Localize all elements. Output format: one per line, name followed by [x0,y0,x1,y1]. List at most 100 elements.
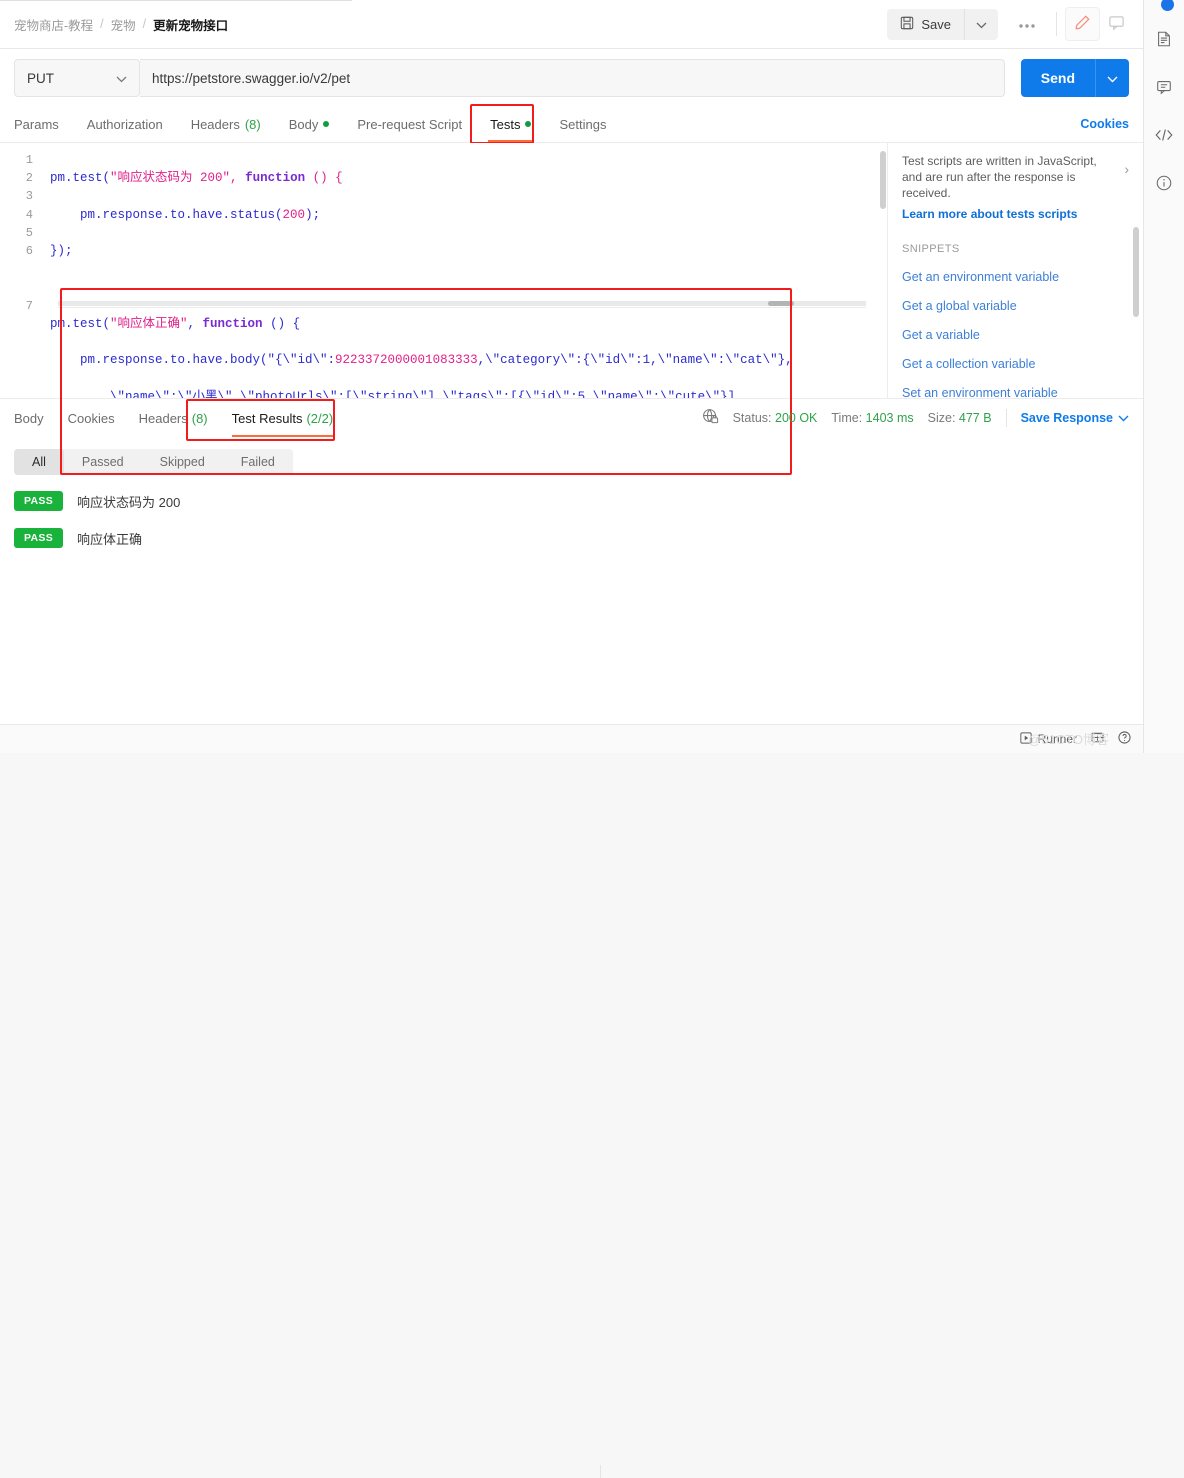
more-options-button[interactable] [1006,10,1048,39]
test-result-row: PASS 响应体正确 [14,528,1129,548]
test-result-text: 响应状态码为 200 [77,494,181,510]
tests-editor-area: 1 2 3 4 5 6 7 pm.test("响应状态码为 200", func… [0,143,1143,475]
snippet-get-variable[interactable]: Get a variable [902,328,1129,342]
tab-settings-label: Settings [559,116,607,132]
help-button[interactable] [1118,731,1131,747]
time-label-group: Time: 1403 ms [831,411,913,425]
size-label-group: Size: 477 B [928,411,992,425]
test-result-row: PASS 响应状态码为 200 [14,491,1129,511]
time-value: 1403 ms [865,411,914,425]
main-area: 宠物商店-教程 / 宠物 / 更新宠物接口 Save PUT https://p… [0,0,1143,1478]
tab-authorization-label: Authorization [86,116,163,132]
status-label-group: Status: 200 OK [733,411,818,425]
snippets-description: Test scripts are written in JavaScript, … [902,154,1097,200]
breadcrumb-item-collection[interactable]: 宠物商店-教程 [14,15,93,34]
code-line: pm.test("响应状态码为 200", function () { [50,171,343,186]
line-number: 7 [25,298,33,313]
modified-dot-icon [525,121,532,127]
question-mark-icon [1118,731,1131,747]
save-button[interactable]: Save [887,8,964,40]
tab-headers-label: Headers [190,116,240,132]
comment-button[interactable] [1100,8,1133,40]
line-number [0,260,42,278]
response-tab-cookies[interactable]: Cookies [56,399,127,437]
editor-horizontal-scrollbar[interactable] [58,301,866,306]
meta-divider [1005,409,1007,427]
edit-button[interactable] [1065,7,1100,41]
code-line: }); [50,244,73,259]
breadcrumb-item-request[interactable]: 更新宠物接口 [153,15,228,34]
snippets-title: SNIPPETS [902,243,960,255]
learn-more-link[interactable]: Learn more about tests scripts [902,207,1129,221]
tab-headers[interactable]: Headers (8) [177,106,275,142]
filter-passed[interactable]: Passed [64,449,142,475]
status-label: Status: [732,411,772,425]
tab-body[interactable]: Body [275,106,344,142]
send-button[interactable]: Send [1020,59,1095,97]
line-number: 5 [25,225,33,240]
tab-pre-request-script[interactable]: Pre-request Script [343,106,476,142]
breadcrumb: 宠物商店-教程 / 宠物 / 更新宠物接口 [14,15,228,34]
breadcrumb-item-folder[interactable]: 宠物 [111,15,136,34]
response-tab-headers[interactable]: Headers (8) [127,399,220,437]
breadcrumb-separator: / [100,17,104,31]
line-number: 4 [25,207,33,222]
response-tab-list: Body Cookies Headers (8) Test Results (2… [14,399,345,437]
status-value: 200 OK [775,411,818,425]
chevron-down-icon [1107,71,1118,86]
filter-skipped[interactable]: Skipped [142,449,223,475]
code-editor[interactable]: 1 2 3 4 5 6 7 pm.test("响应状态码为 200", func… [0,143,887,398]
save-response-label: Save Response [1020,411,1113,425]
runner-label: Runner [1037,732,1077,746]
request-url-input[interactable] [140,59,1005,97]
chevron-right-icon[interactable]: › [1124,153,1129,177]
send-dropdown-button[interactable] [1095,59,1129,97]
pencil-icon [1074,14,1091,34]
time-label: Time: [831,411,863,425]
code-snippet-icon[interactable] [1153,124,1175,146]
snippet-set-environment-variable[interactable]: Set an environment variable [902,386,1129,398]
save-dropdown-button[interactable] [964,8,998,40]
chevron-down-icon [116,71,127,86]
notification-badge [1161,0,1174,11]
response-tab-test-results[interactable]: Test Results (2/2) [220,399,346,437]
size-label: Size: [927,411,956,425]
tab-tests[interactable]: Tests [476,106,545,142]
layout-toggle-button[interactable] [1091,731,1104,747]
cookies-link[interactable]: Cookies [1080,117,1129,131]
save-response-button[interactable]: Save Response [1021,411,1129,425]
request-url-row: PUT Send [0,49,1143,106]
response-tab-test-results-count: (2/2) [306,410,334,426]
editor-bottom-divider [58,307,866,308]
filter-failed[interactable]: Failed [223,449,293,475]
line-number: 6 [25,243,33,258]
snippets-panel: Test scripts are written in JavaScript, … [887,143,1143,398]
status-badge: PASS [14,528,64,548]
snippets-scrollbar[interactable] [1133,227,1139,317]
http-method-selector[interactable]: PUT [14,59,140,97]
toolbar-divider [1056,12,1057,36]
tab-authorization[interactable]: Authorization [73,106,177,142]
layout-icon [1091,731,1104,747]
send-button-group: Send [1020,59,1129,97]
filter-all[interactable]: All [14,449,64,475]
runner-button[interactable]: Runner [1020,731,1077,747]
snippet-get-global-variable[interactable]: Get a global variable [902,299,1129,313]
tab-params[interactable]: Params [14,106,73,142]
editor-vertical-scrollbar[interactable] [880,151,886,209]
response-tab-body[interactable]: Body [14,399,56,437]
code-line: pm.response.to.have.status(200); [50,207,321,222]
line-number: 3 [25,189,33,204]
info-icon[interactable] [1153,172,1175,194]
top-bar: 宠物商店-教程 / 宠物 / 更新宠物接口 Save [0,0,1143,49]
save-button-label: Save [921,16,951,32]
snippet-get-collection-variable[interactable]: Get a collection variable [902,357,1129,371]
editor-code-content[interactable]: pm.test("响应状态码为 200", function () { pm.r… [42,143,887,398]
documentation-icon[interactable] [1153,28,1175,50]
chevron-down-icon [976,17,987,32]
response-area: Body Cookies Headers (8) Test Results (2… [0,399,1143,724]
tab-settings[interactable]: Settings [545,106,620,142]
test-result-filters: All Passed Skipped Failed [14,449,293,475]
snippet-get-environment-variable[interactable]: Get an environment variable [902,270,1129,284]
comments-icon[interactable] [1153,76,1175,98]
